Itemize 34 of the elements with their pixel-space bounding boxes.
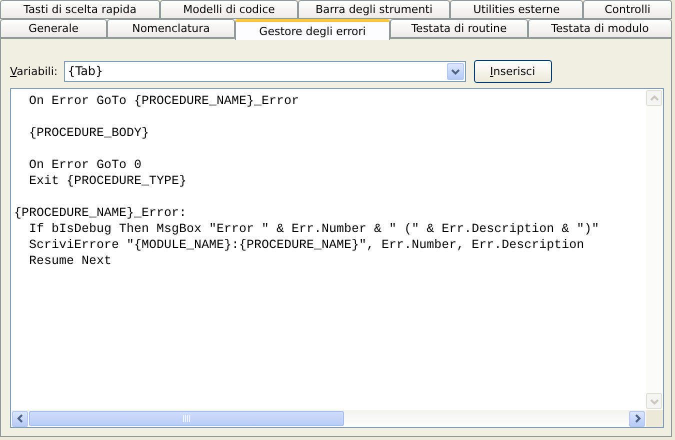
grip-icon [182,415,190,422]
vertical-scrollbar[interactable] [646,89,663,410]
scroll-left-icon[interactable] [12,410,28,426]
scroll-up-icon[interactable] [646,90,662,106]
chevron-right-icon [632,414,642,423]
chevron-down-icon [650,396,658,406]
scroll-right-icon[interactable] [629,410,645,426]
code-line: Exit {PROCEDURE_TYPE} [28,173,188,189]
code-line: Resume Next [28,253,113,269]
tab[interactable]: Testata di modulo [528,19,672,38]
tab[interactable]: Tasti di scelta rapida [0,0,160,19]
scroll-thumb[interactable] [29,411,344,426]
tab[interactable]: Gestore degli errori [235,19,390,40]
code-line: On Error GoTo {PROCEDURE_NAME}_Error [28,93,300,109]
code-line: If bIsDebug Then MsgBox "Error " & Err.Number & " (" & Err.Description & ")" [28,221,600,237]
tab[interactable]: Barra degli strumenti [298,0,450,19]
tab[interactable]: Utilities esterne [450,0,583,19]
chevron-up-icon [650,94,658,102]
insert-button[interactable]: Inserisci [474,60,552,82]
variables-label: Variabili: [10,64,58,78]
code-line: On Error GoTo 0 [28,157,143,173]
tab[interactable]: Generale [0,19,107,38]
code-editor[interactable] [10,88,664,428]
code-line: {PROCEDURE_BODY} [28,125,150,141]
variables-dropdown[interactable]: {Tab} [64,60,466,82]
horizontal-scrollbar[interactable] [11,410,646,427]
code-line: ScriviErrore "{MODULE_NAME}:{PROCEDURE_NAME}", Err.Number, Err.Description [28,237,586,253]
chevron-left-icon [16,414,24,423]
tab[interactable]: Modelli di codice [160,0,298,19]
tab[interactable]: Nomenclatura [107,19,235,38]
code-line: {PROCEDURE_NAME}_Error: [14,205,188,221]
scrollbar-corner [646,410,663,427]
tab[interactable]: Controlli [583,0,672,19]
tab[interactable]: Testata di routine [390,19,528,38]
